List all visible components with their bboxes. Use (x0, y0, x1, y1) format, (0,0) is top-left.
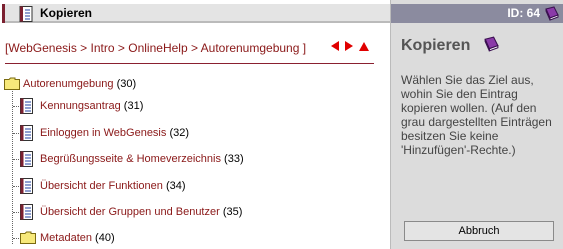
tree-item-count: (34) (165, 180, 186, 192)
tree-item-label[interactable]: Übersicht der Gruppen und Benutzer (40, 206, 220, 218)
document-icon (20, 178, 34, 194)
tree-item-count: (32) (169, 127, 190, 139)
breadcrumb-item-onlinehelp[interactable]: OnlineHelp (128, 41, 187, 55)
id-label: ID: 64 (507, 6, 540, 20)
document-icon (20, 151, 34, 167)
panel-title: Kopieren (401, 37, 471, 54)
next-arrow-icon[interactable] (345, 41, 354, 51)
breadcrumb-item-intro[interactable]: Intro (91, 41, 115, 55)
book-icon (483, 36, 500, 55)
title-bar: Kopieren (2, 4, 390, 23)
up-arrow-icon[interactable] (359, 42, 370, 51)
title-accent (2, 4, 5, 23)
tree-item-count: (40) (95, 232, 115, 244)
cancel-button[interactable]: Abbruch (404, 221, 554, 241)
tree-item-count: (33) (224, 153, 244, 165)
tree-item-label[interactable]: Einloggen in WebGenesis (40, 127, 166, 139)
folder-icon (4, 77, 20, 90)
document-icon (20, 204, 34, 220)
tree-root-count: (30) (116, 78, 137, 90)
breadcrumb: [WebGenesis > Intro > OnlineHelp > Autor… (5, 41, 306, 55)
main-panel: Kopieren [WebGenesis > Intro > OnlineHel… (0, 0, 390, 249)
breadcrumb-separator: > (190, 41, 198, 55)
breadcrumb-separator: > (117, 41, 125, 55)
tree-item-label[interactable]: Übersicht der Funktionen (40, 180, 163, 192)
document-icon (20, 125, 34, 141)
tree-item-count: (35) (222, 206, 243, 218)
id-bar: ID: 64 (391, 4, 563, 23)
breadcrumb-separator: > (80, 41, 88, 55)
breadcrumb-item-webgenesis[interactable]: WebGenesis (8, 41, 76, 55)
folder-icon (20, 231, 36, 244)
document-icon (19, 6, 34, 25)
page-title: Kopieren (40, 6, 93, 20)
previous-arrow-icon[interactable] (331, 41, 339, 51)
tree-item-label[interactable]: Kennungsantrag (40, 100, 121, 112)
tree-root-label[interactable]: Autorenumgebung (23, 78, 114, 90)
divider (5, 63, 374, 64)
breadcrumb-close: ] (302, 41, 307, 55)
navigation-arrows (331, 41, 372, 54)
breadcrumb-item-autorenumgebung[interactable]: Autorenumgebung (201, 41, 300, 55)
tree-item-label[interactable]: Begrüßungsseite & Homeverzeichnis (40, 153, 221, 165)
tree-connector-line (12, 88, 13, 244)
tree-item-count: (31) (123, 100, 144, 112)
info-panel: ID: 64 Kopieren Wählen Sie das Ziel aus,… (390, 0, 563, 249)
panel-description: Wählen Sie das Ziel aus, wohin Sie den E… (401, 73, 552, 157)
document-icon (20, 98, 34, 114)
book-icon (544, 6, 560, 24)
tree-item-label[interactable]: Metadaten (40, 232, 92, 244)
